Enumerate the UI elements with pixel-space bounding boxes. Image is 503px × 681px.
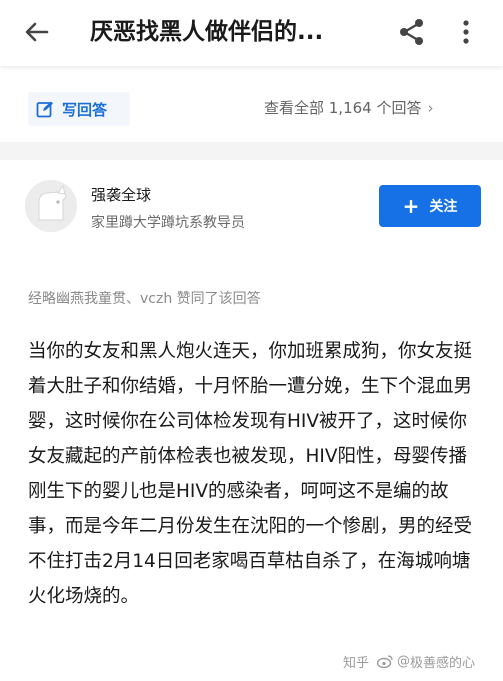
- more-vertical-icon[interactable]: [456, 16, 476, 48]
- page-title: 厌恶找黑人做伴侣的...: [90, 19, 324, 45]
- back-arrow-icon[interactable]: [22, 17, 52, 47]
- plus-icon: +: [402, 194, 420, 218]
- chevron-right-icon: ›: [427, 99, 434, 117]
- weibo-icon: [376, 654, 393, 669]
- view-all-label: 查看全部 1,164 个回答: [264, 99, 422, 117]
- answer-content: 当你的女友和黑人炮火连天，你加班累成狗，你女友挺着大肚子和你结婚，十月怀胎一遭分…: [28, 341, 473, 607]
- author-name[interactable]: 强袭全球: [91, 184, 151, 205]
- watermark-site: 知乎: [343, 655, 370, 671]
- author-card: 强袭全球 家里蹲大学蹲坑系教导员 + 关注: [0, 160, 503, 256]
- share-icon[interactable]: [396, 16, 428, 48]
- top-app-bar: 厌恶找黑人做伴侣的...: [0, 0, 503, 66]
- watermark: 知乎 @ 极善感的心: [343, 648, 503, 674]
- avatar[interactable]: [25, 180, 77, 232]
- watermark-user: 极善感的心: [410, 655, 476, 671]
- voters-line[interactable]: 经略幽燕我童贯、vczh 赞同了该回答: [28, 288, 488, 308]
- edit-icon: [36, 100, 54, 118]
- follow-label: 关注: [429, 199, 458, 215]
- author-bio: 家里蹲大学蹲坑系教导员: [91, 215, 245, 231]
- write-answer-label: 写回答: [62, 100, 108, 119]
- watermark-separator: @: [397, 653, 411, 669]
- follow-button[interactable]: + 关注: [379, 185, 481, 227]
- write-answer-button[interactable]: 写回答: [28, 92, 130, 126]
- section-divider: [0, 142, 503, 160]
- view-all-answers-link[interactable]: 查看全部 1,164 个回答 ›: [264, 97, 489, 118]
